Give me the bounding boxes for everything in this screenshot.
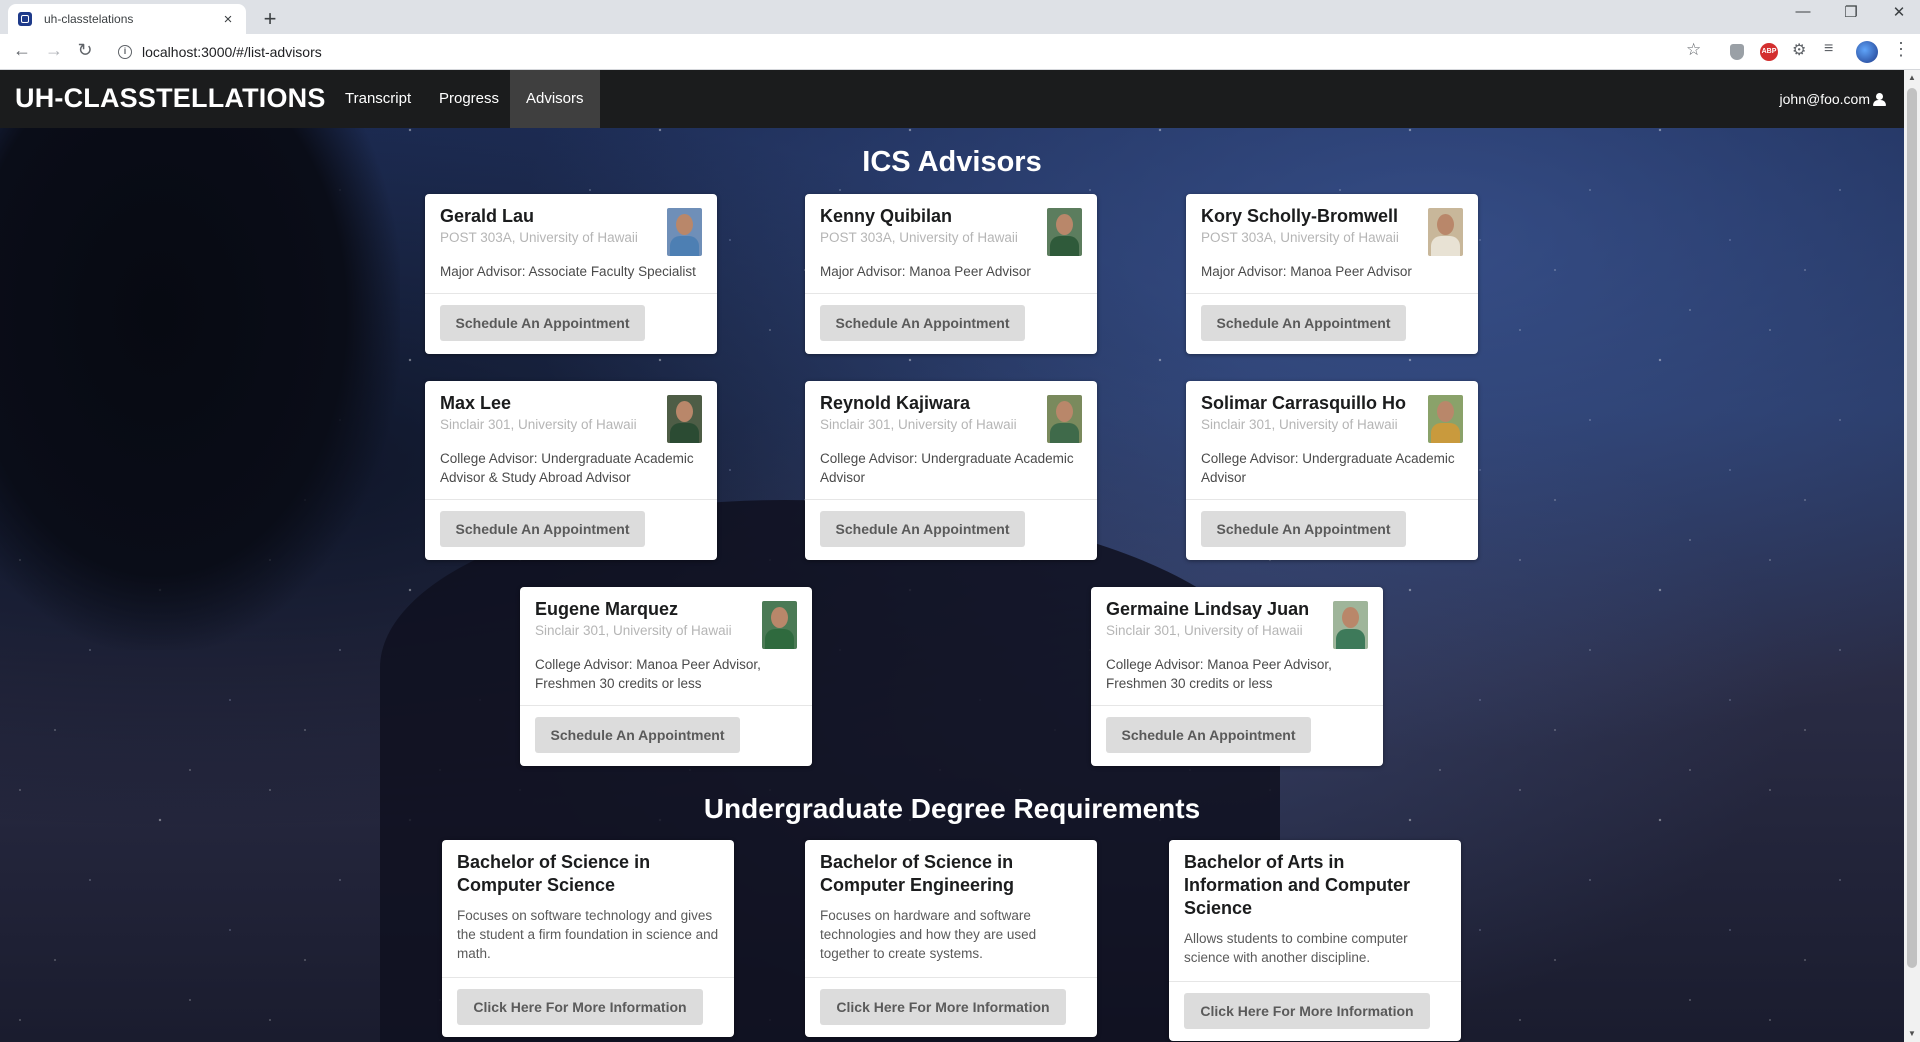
advisor-location: Sinclair 301, University of Hawaii (820, 417, 1017, 432)
advisor-name: Max Lee (440, 393, 512, 413)
schedule-appointment-button[interactable]: Schedule An Appointment (440, 305, 645, 341)
advisor-photo (1428, 395, 1463, 443)
advisor-card: Gerald Lau POST 303A, University of Hawa… (425, 194, 717, 354)
page-content: UH-CLASSTELLATIONS Transcript Progress A… (0, 70, 1904, 1042)
advisor-role: College Advisor: Undergraduate Academic … (1201, 451, 1455, 485)
browser-tab-bar: uh-classtelations × + — ❐ ✕ (0, 0, 1920, 34)
advisor-photo (667, 208, 702, 256)
more-info-button[interactable]: Click Here For More Information (820, 989, 1066, 1025)
advisor-location: POST 303A, University of Hawaii (820, 230, 1018, 245)
site-favicon-icon (18, 12, 32, 26)
advisor-location: Sinclair 301, University of Hawaii (1201, 417, 1398, 432)
advisor-card: Eugene Marquez Sinclair 301, University … (520, 587, 812, 766)
nav-advisors[interactable]: Advisors (510, 70, 600, 128)
advisor-role: Major Advisor: Manoa Peer Advisor (1201, 264, 1412, 279)
reading-list-icon[interactable]: ≡ (1824, 40, 1842, 58)
degree-card: Bachelor of Arts in Information and Comp… (1169, 840, 1461, 1041)
advisor-photo (1333, 601, 1368, 649)
user-email: john@foo.com (1779, 91, 1870, 107)
advisor-photo (1428, 208, 1463, 256)
scrollbar-thumb[interactable] (1907, 88, 1917, 968)
scroll-up-arrow-icon[interactable]: ▲ (1904, 70, 1920, 86)
shield-extension-icon[interactable] (1730, 44, 1744, 60)
advisor-name: Eugene Marquez (535, 599, 679, 619)
advisor-role: Major Advisor: Associate Faculty Special… (440, 264, 696, 279)
scroll-down-arrow-icon[interactable]: ▼ (1904, 1026, 1920, 1042)
advisor-name: Kory Scholly-Bromwell (1201, 206, 1399, 226)
address-bar[interactable]: i localhost:3000/#/list-advisors (110, 39, 1690, 65)
site-info-icon[interactable]: i (118, 45, 132, 59)
browser-menu-icon[interactable]: ⋮ (1892, 39, 1910, 59)
tab-title: uh-classtelations (44, 12, 134, 26)
advisor-name: Kenny Quibilan (820, 206, 953, 226)
advisor-card: Reynold Kajiwara Sinclair 301, Universit… (805, 381, 1097, 560)
minimize-icon[interactable]: — (1788, 3, 1818, 20)
browser-toolbar: ← → ↻ i localhost:3000/#/list-advisors ☆… (0, 34, 1920, 70)
back-icon[interactable]: ← (10, 40, 34, 61)
page-scrollbar[interactable]: ▲ ▼ (1904, 70, 1920, 1042)
user-menu[interactable]: john@foo.com (1780, 70, 1886, 128)
advisor-role: Major Advisor: Manoa Peer Advisor (820, 264, 1031, 279)
advisor-card: Solimar Carrasquillo Ho Sinclair 301, Un… (1186, 381, 1478, 560)
nav-progress[interactable]: Progress (423, 70, 515, 128)
degrees-heading: Undergraduate Degree Requirements (703, 793, 1201, 824)
advisor-card: Germaine Lindsay Juan Sinclair 301, Univ… (1091, 587, 1383, 766)
advisor-photo (1047, 208, 1082, 256)
degree-description: Allows students to combine computer scie… (1184, 931, 1408, 965)
forward-icon[interactable]: → (42, 40, 66, 61)
advisor-role: College Advisor: Manoa Peer Advisor, Fre… (535, 657, 761, 691)
degree-title: Bachelor of Science in Computer Engineer… (820, 852, 1015, 895)
close-window-icon[interactable]: ✕ (1884, 3, 1914, 21)
more-info-button[interactable]: Click Here For More Information (457, 989, 703, 1025)
advisor-card: Kenny Quibilan POST 303A, University of … (805, 194, 1097, 354)
advisor-location: Sinclair 301, University of Hawaii (535, 623, 732, 638)
reload-icon[interactable]: ↻ (73, 40, 97, 61)
degree-card: Bachelor of Science in Computer Science … (442, 840, 734, 1037)
advisor-photo (1047, 395, 1082, 443)
advisor-location: Sinclair 301, University of Hawaii (440, 417, 637, 432)
schedule-appointment-button[interactable]: Schedule An Appointment (440, 511, 645, 547)
browser-tab[interactable]: uh-classtelations × (8, 4, 246, 34)
advisor-location: POST 303A, University of Hawaii (1201, 230, 1399, 245)
advisor-name: Solimar Carrasquillo Ho (1201, 393, 1407, 413)
url-text[interactable]: localhost:3000/#/list-advisors (142, 44, 322, 60)
advisor-photo (762, 601, 797, 649)
profile-avatar-icon[interactable] (1856, 41, 1878, 63)
advisors-heading: ICS Advisors (862, 146, 1042, 178)
user-icon (1873, 92, 1886, 106)
advisor-card: Kory Scholly-Bromwell POST 303A, Univers… (1186, 194, 1478, 354)
schedule-appointment-button[interactable]: Schedule An Appointment (1106, 717, 1311, 753)
schedule-appointment-button[interactable]: Schedule An Appointment (1201, 305, 1406, 341)
degree-title: Bachelor of Arts in Information and Comp… (1184, 852, 1410, 918)
brand-logo[interactable]: UH-CLASSTELLATIONS (15, 83, 326, 114)
advisor-card: Max Lee Sinclair 301, University of Hawa… (425, 381, 717, 560)
advisor-role: College Advisor: Undergraduate Academic … (440, 451, 694, 485)
schedule-appointment-button[interactable]: Schedule An Appointment (820, 511, 1025, 547)
advisor-name: Germaine Lindsay Juan (1106, 599, 1310, 619)
bookmark-star-icon[interactable]: ☆ (1686, 40, 1701, 60)
advisor-role: College Advisor: Undergraduate Academic … (820, 451, 1074, 485)
new-tab-button[interactable]: + (258, 6, 282, 32)
advisor-photo (667, 395, 702, 443)
advisor-name: Reynold Kajiwara (820, 393, 971, 413)
restore-icon[interactable]: ❐ (1836, 3, 1866, 21)
schedule-appointment-button[interactable]: Schedule An Appointment (535, 717, 740, 753)
close-tab-icon[interactable]: × (220, 11, 236, 28)
schedule-appointment-button[interactable]: Schedule An Appointment (1201, 511, 1406, 547)
degree-card: Bachelor of Science in Computer Engineer… (805, 840, 1097, 1037)
degree-description: Focuses on hardware and software technol… (820, 908, 1037, 961)
advisor-role: College Advisor: Manoa Peer Advisor, Fre… (1106, 657, 1332, 691)
more-info-button[interactable]: Click Here For More Information (1184, 993, 1430, 1029)
adblock-extension-icon[interactable]: ABP (1760, 43, 1778, 61)
extensions-puzzle-icon[interactable]: ⚙ (1792, 40, 1810, 59)
nav-transcript[interactable]: Transcript (329, 70, 427, 128)
degree-title: Bachelor of Science in Computer Science (457, 852, 651, 895)
advisor-name: Gerald Lau (440, 206, 535, 226)
top-navbar: UH-CLASSTELLATIONS Transcript Progress A… (0, 70, 1904, 128)
degree-description: Focuses on software technology and gives… (457, 908, 719, 961)
advisor-location: Sinclair 301, University of Hawaii (1106, 623, 1303, 638)
advisor-location: POST 303A, University of Hawaii (440, 230, 638, 245)
schedule-appointment-button[interactable]: Schedule An Appointment (820, 305, 1025, 341)
